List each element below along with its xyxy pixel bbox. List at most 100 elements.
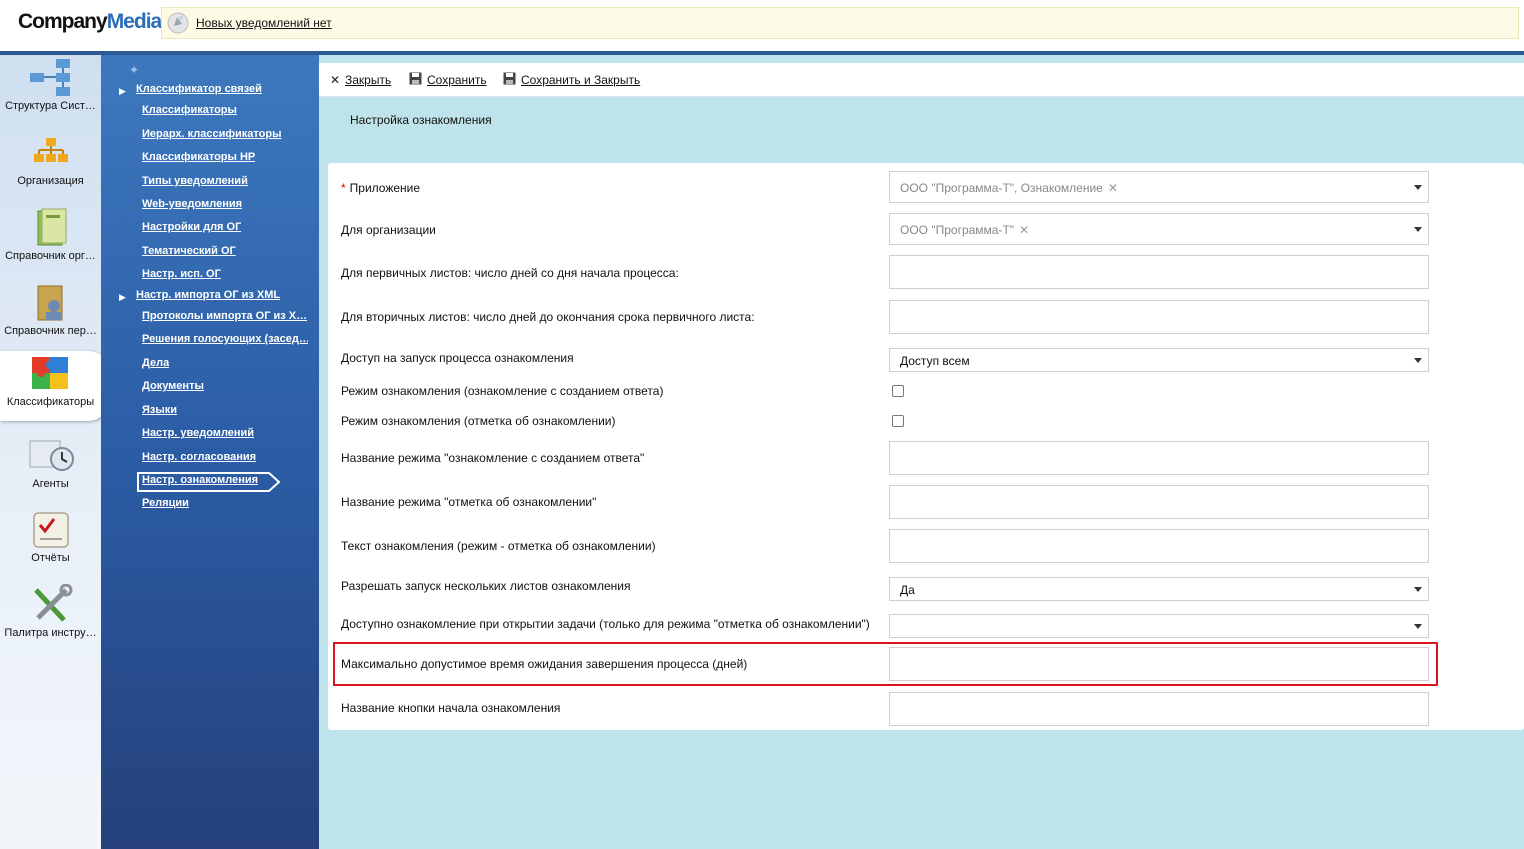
application-select[interactable]: ООО "Программа-Т", Ознакомление ✕	[889, 171, 1429, 203]
save-and-close-button[interactable]: Сохранить и Закрыть	[521, 73, 640, 87]
expand-arrow-icon[interactable]: ▶	[119, 292, 126, 303]
rail-item-tools[interactable]: Палитра инстру…	[0, 582, 101, 654]
access-value: Доступ всем	[900, 354, 970, 368]
nav-item-classifiers-nr[interactable]: Классификаторы НР	[142, 151, 255, 163]
clear-icon[interactable]: ✕	[1108, 181, 1118, 195]
rail-item-org-directory[interactable]: Справочник орг…	[0, 205, 101, 277]
nav-item-web-notifications[interactable]: Web-уведомления	[142, 198, 242, 210]
ack-on-open-select[interactable]	[889, 614, 1429, 638]
organization-value: ООО "Программа-Т"	[900, 223, 1015, 237]
nav-item-og-import-logs[interactable]: Протоколы импорта ОГ из X…	[142, 310, 307, 322]
notification-icon	[167, 12, 189, 34]
mode-answer-name-input[interactable]	[889, 441, 1429, 475]
page-title: Настройка ознакомления	[350, 113, 492, 127]
max-wait-input[interactable]	[889, 647, 1429, 681]
nav-item-languages[interactable]: Языки	[142, 404, 177, 416]
required-marker: *	[341, 181, 346, 195]
ack-on-open-label: Доступно ознакомление при открытии задач…	[341, 617, 870, 631]
classifier-nav-panel: ✦ ▶ Классификатор связей Классификаторы …	[101, 55, 319, 849]
puzzle-icon	[32, 357, 68, 389]
nav-active-arrow	[261, 472, 281, 492]
tools-icon	[34, 584, 73, 622]
save-icon[interactable]	[409, 72, 422, 85]
top-bar: CompanyMedia Новых уведомлений нет	[0, 0, 1524, 51]
multi-launch-select[interactable]: Да	[889, 577, 1429, 601]
main-content: ✕ Закрыть Сохранить Сохранить и Закрыть …	[319, 55, 1524, 849]
access-label: Доступ на запуск процесса ознакомления	[341, 351, 574, 365]
notification-bar[interactable]: Новых уведомлений нет	[161, 7, 1519, 39]
close-button[interactable]: Закрыть	[345, 73, 391, 87]
mode-answer-label: Режим ознакомления (ознакомление с созда…	[341, 384, 664, 398]
rail-item-structure[interactable]: Структура Сист…	[0, 55, 101, 127]
access-select[interactable]: Доступ всем	[889, 348, 1429, 372]
company-logo[interactable]: CompanyMedia	[18, 10, 162, 34]
mode-mark-checkbox[interactable]	[892, 415, 904, 427]
agents-clock-icon	[29, 440, 74, 471]
nav-item-hier-classifiers[interactable]: Иерарх. классификаторы	[142, 128, 282, 140]
mode-mark-name-input[interactable]	[889, 485, 1429, 519]
nav-item-notification-settings[interactable]: Настр. уведомлений	[142, 427, 254, 439]
nav-item-og-import-settings[interactable]: Настр. импорта ОГ из XML	[136, 289, 280, 301]
nav-item-link-classifier[interactable]: Классификатор связей	[136, 83, 262, 95]
primary-days-label: Для первичных листов: число дней со дня …	[341, 266, 679, 280]
rail-label: Справочник орг…	[5, 250, 96, 262]
mode-answer-checkbox[interactable]	[892, 385, 904, 397]
chevron-down-icon	[1414, 227, 1422, 232]
save-close-icon[interactable]	[503, 72, 516, 85]
app-rail: Структура Сист… Организация Справочник о…	[0, 55, 110, 849]
expand-arrow-icon[interactable]: ▶	[119, 86, 126, 97]
ack-text-input[interactable]	[889, 529, 1429, 563]
start-button-name-input[interactable]	[889, 692, 1429, 726]
rail-item-organization[interactable]: Организация	[0, 130, 101, 202]
rail-label: Палитра инстру…	[4, 627, 97, 639]
toolbar: ✕ Закрыть Сохранить Сохранить и Закрыть	[319, 63, 1524, 97]
rail-label: Справочник пер…	[4, 325, 97, 337]
organization-select[interactable]: ООО "Программа-Т" ✕	[889, 213, 1429, 245]
nav-item-documents[interactable]: Документы	[142, 380, 204, 392]
clear-icon[interactable]: ✕	[1019, 223, 1029, 237]
application-label: * Приложение	[341, 181, 421, 195]
chevron-down-icon	[1414, 358, 1422, 363]
rail-label: Структура Сист…	[5, 100, 96, 112]
max-wait-label: Максимально допустимое время ожидания за…	[341, 657, 748, 671]
mode-mark-label: Режим ознакомления (отметка об ознакомле…	[341, 414, 616, 428]
primary-days-input[interactable]	[889, 255, 1429, 289]
secondary-days-label: Для вторичных листов: число дней до окон…	[341, 310, 755, 324]
multi-launch-label: Разрешать запуск нескольких листов ознак…	[341, 579, 631, 593]
organization-label: Для организации	[341, 223, 436, 237]
close-icon[interactable]: ✕	[330, 73, 340, 87]
nav-item-og-exec-settings[interactable]: Настр. исп. ОГ	[142, 268, 221, 280]
rail-item-reports[interactable]: Отчёты	[0, 507, 101, 579]
chevron-down-icon	[1414, 185, 1422, 190]
nav-item-voting-decisions[interactable]: Решения голосующих (засед…	[142, 333, 308, 345]
save-button[interactable]: Сохранить	[427, 73, 487, 87]
chevron-down-icon	[1414, 624, 1422, 629]
nav-item-notification-types[interactable]: Типы уведомлений	[142, 175, 248, 187]
application-value: ООО "Программа-Т", Ознакомление	[900, 181, 1103, 195]
personnel-directory-icon	[37, 285, 63, 321]
settings-form: * Приложение ООО "Программа-Т", Ознакомле…	[328, 163, 1524, 730]
chevron-down-icon	[1414, 587, 1422, 592]
ack-text-label: Текст ознакомления (режим - отметка об о…	[341, 539, 656, 553]
multi-launch-value: Да	[900, 583, 915, 597]
nav-item-acknowledgement-settings[interactable]: Настр. ознакомления	[142, 474, 258, 486]
rail-label: Отчёты	[31, 552, 70, 564]
secondary-days-input[interactable]	[889, 300, 1429, 334]
organization-icon	[34, 138, 68, 162]
structure-icon	[30, 59, 70, 96]
pin-icon[interactable]: ✦	[129, 63, 139, 77]
notification-text[interactable]: Новых уведомлений нет	[196, 16, 332, 30]
rail-item-agents[interactable]: Агенты	[0, 433, 101, 505]
nav-item-thematic-og[interactable]: Тематический ОГ	[142, 245, 236, 257]
mode-answer-name-label: Название режима "ознакомление с создание…	[341, 451, 645, 465]
nav-item-relations[interactable]: Реляции	[142, 497, 189, 509]
rail-label: Организация	[17, 175, 84, 187]
nav-item-og-settings[interactable]: Настройки для ОГ	[142, 221, 241, 233]
nav-item-cases[interactable]: Дела	[142, 357, 169, 369]
rail-item-classifiers[interactable]: Классификаторы	[0, 351, 110, 421]
nav-item-classifiers[interactable]: Классификаторы	[142, 104, 237, 116]
rail-label: Агенты	[32, 478, 69, 490]
rail-item-personnel-directory[interactable]: Справочник пер…	[0, 280, 101, 352]
org-directory-icon	[37, 208, 67, 246]
nav-item-approval-settings[interactable]: Настр. согласования	[142, 451, 256, 463]
